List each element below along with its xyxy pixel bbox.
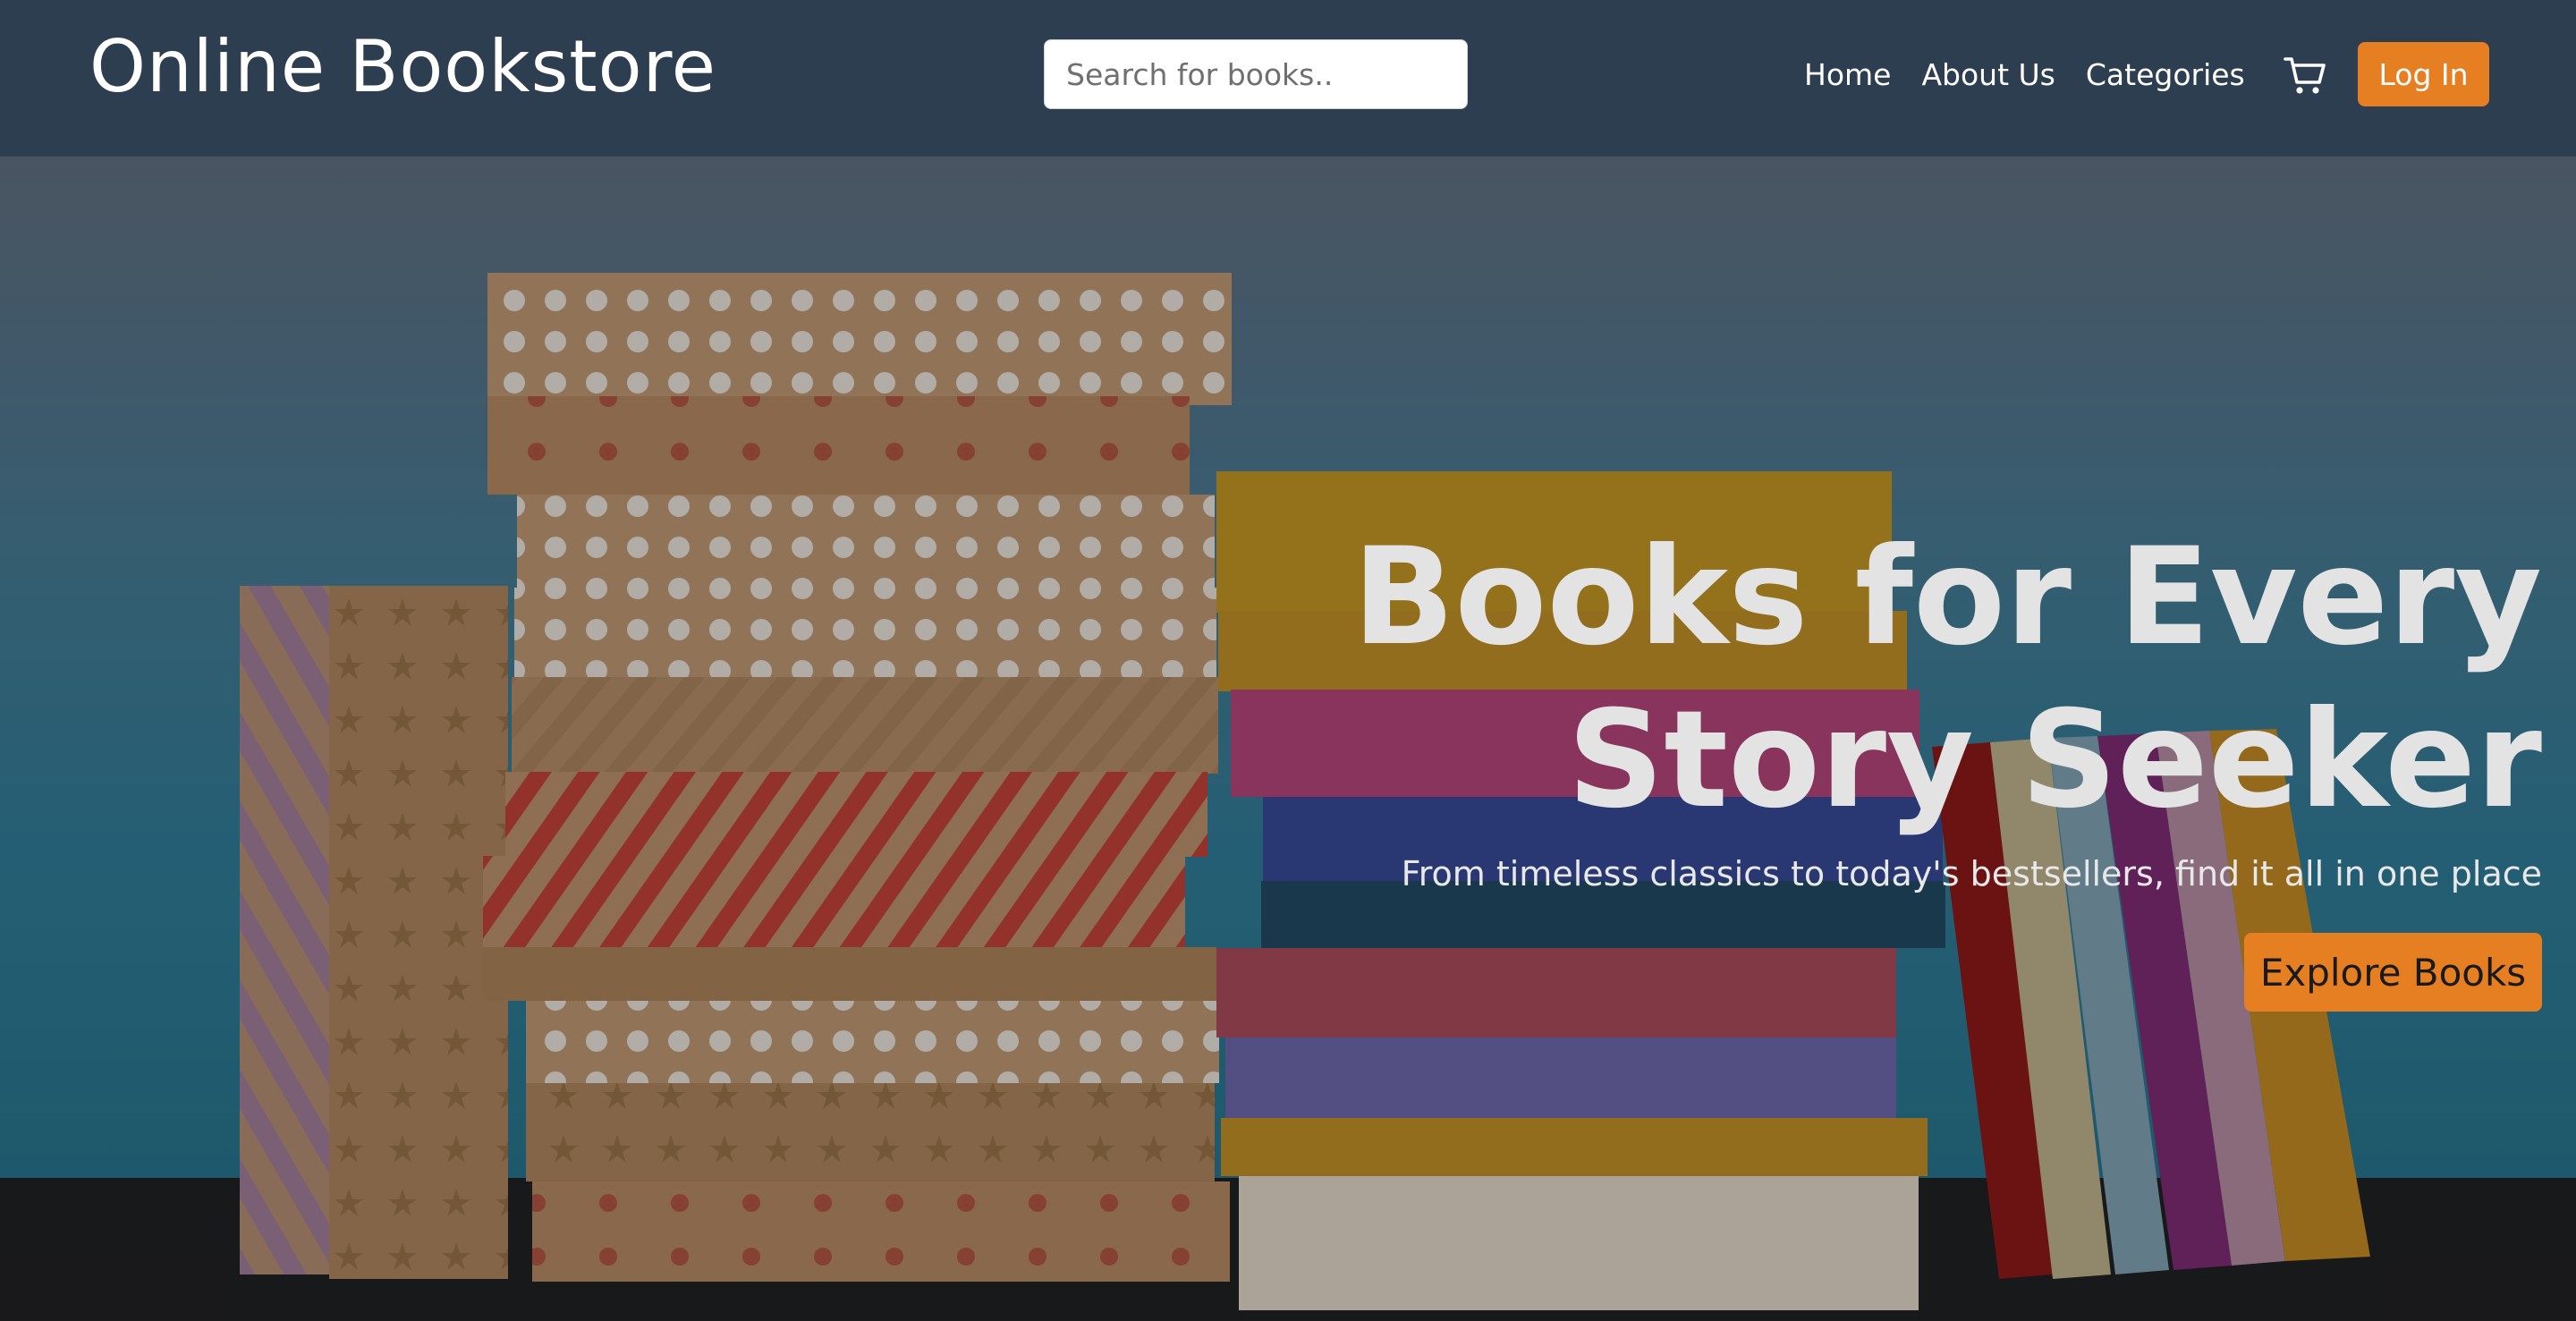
hero-title-line1: Books for Every [1352,520,2542,675]
nav-links: Home About Us Categories [1804,47,2275,102]
explore-books-button[interactable]: Explore Books [2244,933,2542,1012]
nav-about-link[interactable]: About Us [1921,57,2055,92]
nav-home-link[interactable]: Home [1804,57,1891,92]
hero-title-line2: Story Seeker [1567,682,2542,838]
search-input[interactable] [1044,39,1468,109]
nav-categories-link[interactable]: Categories [2086,57,2245,92]
brand-logo[interactable]: Online Bookstore [89,18,716,116]
shopping-cart-icon[interactable] [2282,52,2328,98]
hero-title: Books for Every Story Seeker [1200,516,2542,842]
hero-banner: Books for Every Story Seeker From timele… [0,157,2576,1321]
navbar: Online Bookstore Home About Us Categorie… [0,0,2576,157]
hero-subtitle: From timeless classics to today's bestse… [1401,854,2542,893]
login-button[interactable]: Log In [2358,42,2489,106]
